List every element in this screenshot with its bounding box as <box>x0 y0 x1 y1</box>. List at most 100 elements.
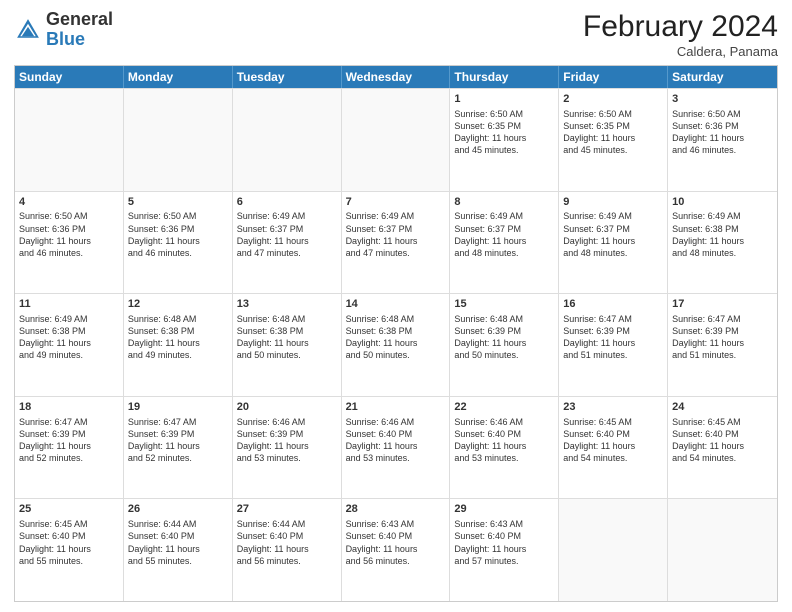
calendar-cell: 15Sunrise: 6:48 AMSunset: 6:39 PMDayligh… <box>450 294 559 396</box>
cell-info: Sunrise: 6:49 AMSunset: 6:38 PMDaylight:… <box>672 210 773 259</box>
calendar-cell: 16Sunrise: 6:47 AMSunset: 6:39 PMDayligh… <box>559 294 668 396</box>
day-number: 19 <box>128 400 228 415</box>
calendar-cell: 3Sunrise: 6:50 AMSunset: 6:36 PMDaylight… <box>668 89 777 191</box>
calendar-cell: 27Sunrise: 6:44 AMSunset: 6:40 PMDayligh… <box>233 499 342 601</box>
calendar-cell: 20Sunrise: 6:46 AMSunset: 6:39 PMDayligh… <box>233 397 342 499</box>
header: General Blue February 2024 Caldera, Pana… <box>14 10 778 59</box>
cell-info: Sunrise: 6:50 AMSunset: 6:36 PMDaylight:… <box>19 210 119 259</box>
calendar-cell <box>233 89 342 191</box>
cell-info: Sunrise: 6:48 AMSunset: 6:38 PMDaylight:… <box>237 313 337 362</box>
day-number: 20 <box>237 400 337 415</box>
calendar-cell: 21Sunrise: 6:46 AMSunset: 6:40 PMDayligh… <box>342 397 451 499</box>
header-cell-wednesday: Wednesday <box>342 66 451 88</box>
cell-info: Sunrise: 6:49 AMSunset: 6:37 PMDaylight:… <box>454 210 554 259</box>
calendar-body: 1Sunrise: 6:50 AMSunset: 6:35 PMDaylight… <box>15 88 777 601</box>
cell-info: Sunrise: 6:46 AMSunset: 6:39 PMDaylight:… <box>237 416 337 465</box>
cell-info: Sunrise: 6:50 AMSunset: 6:36 PMDaylight:… <box>128 210 228 259</box>
cell-info: Sunrise: 6:49 AMSunset: 6:38 PMDaylight:… <box>19 313 119 362</box>
day-number: 10 <box>672 195 773 210</box>
cell-info: Sunrise: 6:44 AMSunset: 6:40 PMDaylight:… <box>237 518 337 567</box>
day-number: 5 <box>128 195 228 210</box>
logo-general-text: General <box>46 9 113 29</box>
day-number: 3 <box>672 92 773 107</box>
calendar-week-4: 18Sunrise: 6:47 AMSunset: 6:39 PMDayligh… <box>15 396 777 499</box>
header-cell-monday: Monday <box>124 66 233 88</box>
logo: General Blue <box>14 10 113 50</box>
calendar-cell: 4Sunrise: 6:50 AMSunset: 6:36 PMDaylight… <box>15 192 124 294</box>
cell-info: Sunrise: 6:48 AMSunset: 6:39 PMDaylight:… <box>454 313 554 362</box>
calendar-cell: 11Sunrise: 6:49 AMSunset: 6:38 PMDayligh… <box>15 294 124 396</box>
calendar-cell: 17Sunrise: 6:47 AMSunset: 6:39 PMDayligh… <box>668 294 777 396</box>
page: General Blue February 2024 Caldera, Pana… <box>0 0 792 612</box>
day-number: 24 <box>672 400 773 415</box>
day-number: 27 <box>237 502 337 517</box>
cell-info: Sunrise: 6:50 AMSunset: 6:36 PMDaylight:… <box>672 108 773 157</box>
day-number: 18 <box>19 400 119 415</box>
cell-info: Sunrise: 6:50 AMSunset: 6:35 PMDaylight:… <box>563 108 663 157</box>
day-number: 13 <box>237 297 337 312</box>
header-cell-tuesday: Tuesday <box>233 66 342 88</box>
location-subtitle: Caldera, Panama <box>583 44 778 59</box>
calendar-week-5: 25Sunrise: 6:45 AMSunset: 6:40 PMDayligh… <box>15 498 777 601</box>
calendar-cell: 28Sunrise: 6:43 AMSunset: 6:40 PMDayligh… <box>342 499 451 601</box>
calendar-cell: 8Sunrise: 6:49 AMSunset: 6:37 PMDaylight… <box>450 192 559 294</box>
cell-info: Sunrise: 6:46 AMSunset: 6:40 PMDaylight:… <box>346 416 446 465</box>
day-number: 7 <box>346 195 446 210</box>
cell-info: Sunrise: 6:44 AMSunset: 6:40 PMDaylight:… <box>128 518 228 567</box>
day-number: 9 <box>563 195 663 210</box>
day-number: 11 <box>19 297 119 312</box>
day-number: 2 <box>563 92 663 107</box>
calendar-cell: 9Sunrise: 6:49 AMSunset: 6:37 PMDaylight… <box>559 192 668 294</box>
calendar-cell: 7Sunrise: 6:49 AMSunset: 6:37 PMDaylight… <box>342 192 451 294</box>
cell-info: Sunrise: 6:49 AMSunset: 6:37 PMDaylight:… <box>237 210 337 259</box>
cell-info: Sunrise: 6:48 AMSunset: 6:38 PMDaylight:… <box>346 313 446 362</box>
day-number: 16 <box>563 297 663 312</box>
header-cell-thursday: Thursday <box>450 66 559 88</box>
calendar-cell <box>559 499 668 601</box>
calendar-cell: 2Sunrise: 6:50 AMSunset: 6:35 PMDaylight… <box>559 89 668 191</box>
day-number: 4 <box>19 195 119 210</box>
calendar-cell: 10Sunrise: 6:49 AMSunset: 6:38 PMDayligh… <box>668 192 777 294</box>
calendar-cell: 5Sunrise: 6:50 AMSunset: 6:36 PMDaylight… <box>124 192 233 294</box>
calendar-week-3: 11Sunrise: 6:49 AMSunset: 6:38 PMDayligh… <box>15 293 777 396</box>
day-number: 17 <box>672 297 773 312</box>
cell-info: Sunrise: 6:49 AMSunset: 6:37 PMDaylight:… <box>563 210 663 259</box>
header-cell-friday: Friday <box>559 66 668 88</box>
calendar-week-2: 4Sunrise: 6:50 AMSunset: 6:36 PMDaylight… <box>15 191 777 294</box>
calendar-week-1: 1Sunrise: 6:50 AMSunset: 6:35 PMDaylight… <box>15 88 777 191</box>
calendar-cell: 22Sunrise: 6:46 AMSunset: 6:40 PMDayligh… <box>450 397 559 499</box>
day-number: 12 <box>128 297 228 312</box>
logo-text: General Blue <box>46 10 113 50</box>
day-number: 1 <box>454 92 554 107</box>
day-number: 29 <box>454 502 554 517</box>
cell-info: Sunrise: 6:50 AMSunset: 6:35 PMDaylight:… <box>454 108 554 157</box>
calendar-cell: 19Sunrise: 6:47 AMSunset: 6:39 PMDayligh… <box>124 397 233 499</box>
day-number: 8 <box>454 195 554 210</box>
cell-info: Sunrise: 6:49 AMSunset: 6:37 PMDaylight:… <box>346 210 446 259</box>
cell-info: Sunrise: 6:43 AMSunset: 6:40 PMDaylight:… <box>346 518 446 567</box>
day-number: 28 <box>346 502 446 517</box>
calendar-cell: 23Sunrise: 6:45 AMSunset: 6:40 PMDayligh… <box>559 397 668 499</box>
calendar-cell: 14Sunrise: 6:48 AMSunset: 6:38 PMDayligh… <box>342 294 451 396</box>
cell-info: Sunrise: 6:46 AMSunset: 6:40 PMDaylight:… <box>454 416 554 465</box>
cell-info: Sunrise: 6:48 AMSunset: 6:38 PMDaylight:… <box>128 313 228 362</box>
cell-info: Sunrise: 6:45 AMSunset: 6:40 PMDaylight:… <box>672 416 773 465</box>
day-number: 21 <box>346 400 446 415</box>
day-number: 25 <box>19 502 119 517</box>
day-number: 23 <box>563 400 663 415</box>
cell-info: Sunrise: 6:45 AMSunset: 6:40 PMDaylight:… <box>19 518 119 567</box>
logo-blue-text: Blue <box>46 29 85 49</box>
calendar-cell <box>124 89 233 191</box>
calendar-cell: 25Sunrise: 6:45 AMSunset: 6:40 PMDayligh… <box>15 499 124 601</box>
day-number: 22 <box>454 400 554 415</box>
calendar-cell: 24Sunrise: 6:45 AMSunset: 6:40 PMDayligh… <box>668 397 777 499</box>
calendar-cell: 29Sunrise: 6:43 AMSunset: 6:40 PMDayligh… <box>450 499 559 601</box>
day-number: 15 <box>454 297 554 312</box>
day-number: 26 <box>128 502 228 517</box>
cell-info: Sunrise: 6:47 AMSunset: 6:39 PMDaylight:… <box>672 313 773 362</box>
calendar-cell: 13Sunrise: 6:48 AMSunset: 6:38 PMDayligh… <box>233 294 342 396</box>
calendar-cell: 6Sunrise: 6:49 AMSunset: 6:37 PMDaylight… <box>233 192 342 294</box>
day-number: 14 <box>346 297 446 312</box>
title-block: February 2024 Caldera, Panama <box>583 10 778 59</box>
calendar-cell: 26Sunrise: 6:44 AMSunset: 6:40 PMDayligh… <box>124 499 233 601</box>
